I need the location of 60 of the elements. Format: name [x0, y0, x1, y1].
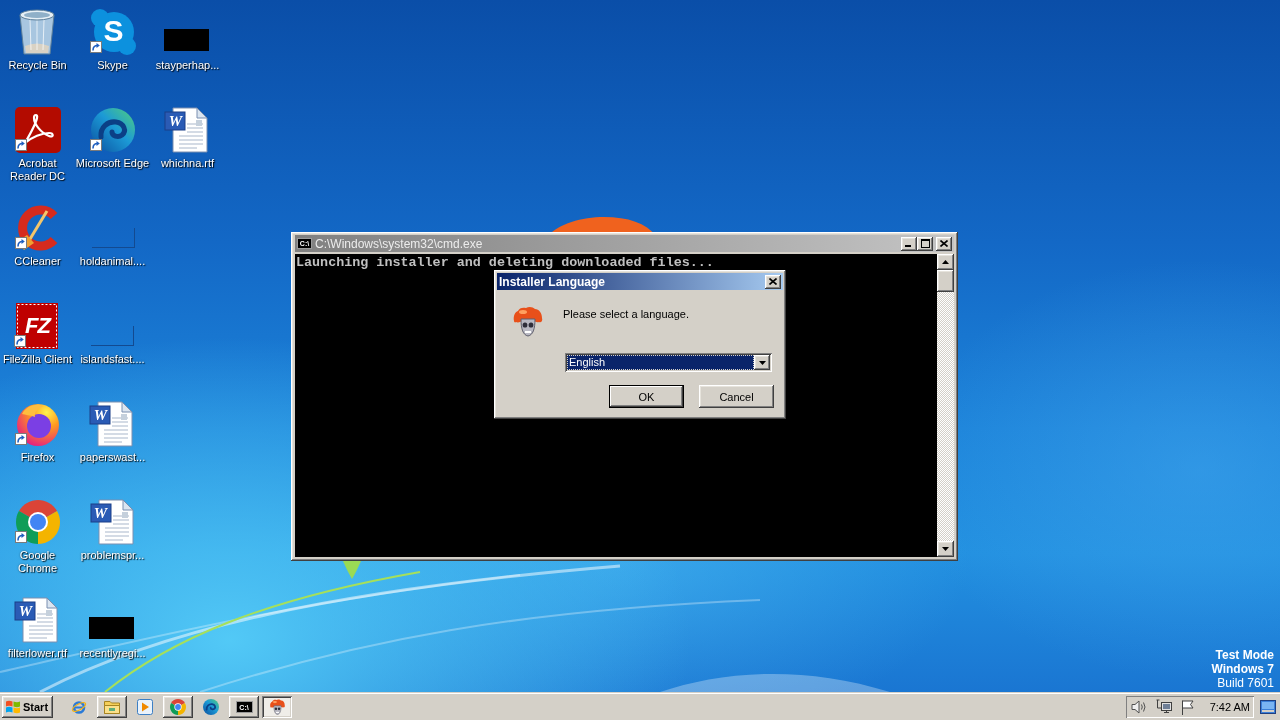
desktop-icon-label[interactable]: Recycle Bin — [8, 59, 67, 72]
ie-icon — [71, 699, 87, 715]
maximize-icon — [920, 239, 930, 248]
acrobat-icon[interactable] — [13, 106, 62, 154]
test-mode-notice: Test Mode — [1215, 648, 1274, 662]
file-thumbnail-icon[interactable] — [163, 29, 209, 51]
maximize-button[interactable] — [917, 236, 933, 251]
scroll-up-button[interactable] — [937, 254, 954, 270]
desktop-icon-label[interactable]: Skype — [97, 59, 128, 72]
scroll-thumb[interactable] — [937, 270, 954, 292]
show-desktop-button[interactable] — [1260, 699, 1276, 715]
dropdown-button[interactable] — [754, 355, 770, 370]
skull-icon — [268, 699, 286, 715]
edge-icon[interactable] — [88, 106, 137, 154]
dialog-button[interactable]: Cancel — [699, 385, 774, 408]
dialog-button[interactable]: OK — [609, 385, 684, 408]
folder-icon — [104, 700, 120, 714]
desktop-icon-label[interactable]: Microsoft Edge — [75, 157, 150, 170]
desktop-icon-label[interactable]: stayperhap... — [155, 59, 220, 72]
desktop-icon — [1260, 700, 1276, 714]
desktop-icon-label[interactable]: islandsfast.... — [80, 353, 145, 366]
flag-icon[interactable] — [1180, 699, 1194, 715]
logo-segment-drawing — [343, 561, 361, 579]
file-thumbnail-icon[interactable] — [88, 617, 134, 639]
desktop-icon-label[interactable]: whichna.rtf — [160, 157, 215, 170]
desktop-icon-label[interactable]: holdanimal.... — [79, 255, 146, 268]
test-mode-notice: Build 7601 — [1217, 676, 1274, 690]
desktop-icon-label[interactable]: Acrobat Reader DC — [0, 157, 75, 183]
down-arrow-icon — [942, 547, 949, 551]
close-button[interactable] — [765, 274, 781, 289]
taskbar-button[interactable] — [262, 696, 292, 718]
caret-icon — [758, 360, 766, 365]
console-line: Launching installer and deleting downloaded files... — [296, 256, 715, 270]
test-mode-notice: Windows 7 — [1211, 662, 1274, 676]
speaker-icon[interactable] — [1130, 700, 1147, 714]
dialog-title: Installer Language — [499, 274, 607, 289]
windows-flag-icon — [5, 699, 21, 715]
chrome-icon — [170, 699, 186, 715]
scrollbar[interactable] — [937, 254, 954, 557]
window-title: C:\Windows\system32\cmd.exe — [315, 236, 484, 251]
selected-language: English — [567, 355, 754, 370]
minimize-button[interactable] — [901, 236, 917, 251]
edge-icon — [203, 699, 219, 715]
clock[interactable]: 7:42 AM — [1209, 701, 1250, 713]
desktop-icon-label[interactable]: FileZilla Client — [2, 353, 73, 366]
desktop-icon-label[interactable]: CCleaner — [14, 255, 61, 268]
close-button[interactable] — [936, 236, 952, 251]
start-button[interactable]: Start — [2, 696, 53, 718]
close-icon — [940, 240, 948, 247]
scroll-down-button[interactable] — [937, 541, 954, 557]
taskbar-button[interactable] — [97, 696, 127, 718]
taskbar-button[interactable] — [163, 696, 193, 718]
close-icon — [769, 278, 777, 285]
chrome-icon[interactable] — [13, 498, 62, 546]
language-select[interactable]: English — [565, 353, 772, 372]
play-icon — [137, 699, 153, 715]
up-arrow-icon — [942, 260, 949, 264]
network-icon[interactable] — [1155, 699, 1172, 715]
skull-icon — [512, 306, 544, 337]
dialog-message: Please select a language. — [563, 308, 689, 321]
